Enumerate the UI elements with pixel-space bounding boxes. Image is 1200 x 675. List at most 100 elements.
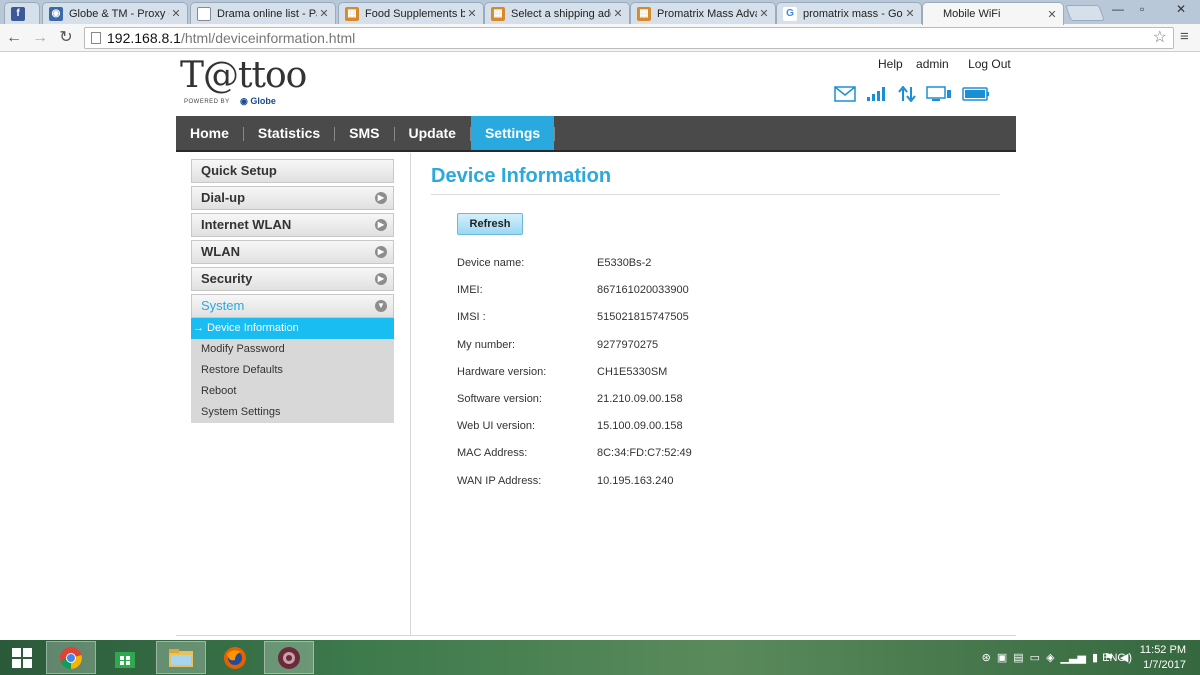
tab-title: Globe & TM - Proxy c xyxy=(69,7,169,20)
content-divider xyxy=(410,153,411,635)
admin-label: admin xyxy=(916,57,949,71)
tab-title: Drama online list - Pa xyxy=(217,7,317,20)
logo-text: T@ttoo xyxy=(180,55,307,96)
tab-title: Select a shipping add xyxy=(511,7,611,20)
shop-icon: ▦ xyxy=(345,6,359,21)
tray-battery-icon[interactable]: ▮ xyxy=(1092,651,1098,664)
reload-icon[interactable]: ↻ xyxy=(56,28,76,48)
submenu-modify-password[interactable]: Modify Password xyxy=(191,339,394,360)
chevron-right-icon: ▶ xyxy=(375,273,387,285)
page-icon xyxy=(91,32,101,44)
info-label: IMEI: xyxy=(457,284,483,297)
tray-device-icon[interactable]: ▣ xyxy=(997,651,1007,664)
back-icon[interactable]: ← xyxy=(4,28,24,48)
clock-time: 11:52 PM xyxy=(1139,644,1186,656)
taskbar-chrome[interactable] xyxy=(46,641,96,674)
tab-drama-online-list[interactable]: Drama online list - Pa ✕ xyxy=(190,2,336,24)
minimize-icon[interactable]: — xyxy=(1112,2,1124,16)
tab-facebook[interactable]: f xyxy=(4,2,40,24)
start-button[interactable] xyxy=(0,641,44,674)
sidebar-item-security[interactable]: Security ▶ xyxy=(191,267,394,291)
maximize-icon[interactable]: ▫ xyxy=(1140,2,1144,16)
tray-network-icon[interactable]: ⊛ xyxy=(982,651,991,664)
url-host: 192.168.8.1 xyxy=(107,30,181,46)
taskbar-clock[interactable]: 11:52 PM 1/7/2017 xyxy=(1140,643,1186,673)
nav-home[interactable]: Home xyxy=(176,116,243,150)
close-icon[interactable]: ✕ xyxy=(317,7,331,20)
app-icon xyxy=(278,646,300,669)
forward-icon[interactable]: → xyxy=(30,28,50,48)
sidebar-item-label: WLAN xyxy=(201,244,240,259)
submenu-device-information[interactable]: → Device Information xyxy=(191,318,394,339)
settings-sidebar: Quick Setup Dial-up ▶ Internet WLAN ▶ WL… xyxy=(191,159,394,423)
taskbar-store[interactable] xyxy=(100,641,150,674)
tab-food-supplements[interactable]: ▦ Food Supplements b ✕ xyxy=(338,2,484,24)
nav-sms[interactable]: SMS xyxy=(335,116,393,150)
page-title: Device Information xyxy=(431,165,1000,195)
taskbar-app[interactable] xyxy=(264,641,314,674)
submenu-system-settings[interactable]: System Settings xyxy=(191,402,394,423)
tab-google-search[interactable]: G promatrix mass - Goo ✕ xyxy=(776,2,922,24)
info-row-hardware-version: Hardware version: CH1E5330SM xyxy=(457,366,692,393)
info-label: Device name: xyxy=(457,257,525,269)
bookmark-star-icon[interactable]: ☆ xyxy=(1153,28,1167,48)
tray-printer-icon[interactable]: ▤ xyxy=(1013,651,1023,664)
logo-powered-by: POWERED BY xyxy=(184,99,230,105)
windows-icon xyxy=(12,647,32,668)
close-icon[interactable]: ✕ xyxy=(169,7,183,20)
nav-statistics[interactable]: Statistics xyxy=(244,116,334,150)
info-value: CH1E5330SM xyxy=(597,365,668,378)
message-icon[interactable] xyxy=(834,85,856,103)
tray-security-icon[interactable]: ◈ xyxy=(1046,651,1054,664)
sidebar-item-wlan[interactable]: WLAN ▶ xyxy=(191,240,394,264)
tab-title: Mobile WiFi xyxy=(943,8,1001,20)
clock-date: 1/7/2017 xyxy=(1143,659,1186,671)
windows-taskbar: ⊛ ▣ ▤ ▭ ◈ ▁▃▅ ▮ ⚑ ◀) ENG 11:52 PM 1/7/20… xyxy=(0,640,1200,675)
menu-icon[interactable]: ≡ xyxy=(1180,28,1194,45)
close-icon[interactable]: ✕ xyxy=(757,7,771,20)
info-row-device-name: Device name: E5330Bs-2 xyxy=(457,257,692,284)
info-value: 867161020033900 xyxy=(597,284,689,297)
info-value: 8C:34:FD:C7:52:49 xyxy=(597,447,692,460)
taskbar-firefox[interactable] xyxy=(210,641,260,674)
info-row-software-version: Software version: 21.210.09.00.158 xyxy=(457,393,692,420)
new-tab-button[interactable] xyxy=(1065,5,1105,21)
info-label: MAC Address: xyxy=(457,447,528,460)
info-row-imsi: IMSI : 515021815747505 xyxy=(457,311,692,338)
store-icon xyxy=(115,651,135,668)
info-value: 515021815747505 xyxy=(597,311,689,324)
address-bar[interactable]: 192.168.8.1/html/deviceinformation.html … xyxy=(84,27,1174,49)
nav-update[interactable]: Update xyxy=(395,116,470,150)
help-link[interactable]: Help xyxy=(878,57,903,71)
refresh-button[interactable]: Refresh xyxy=(457,213,523,235)
submenu-restore-defaults[interactable]: Restore Defaults xyxy=(191,360,394,381)
close-icon[interactable]: ✕ xyxy=(611,7,625,20)
nav-settings[interactable]: Settings xyxy=(470,116,555,150)
tab-mobile-wifi[interactable]: Mobile WiFi ✕ xyxy=(922,2,1064,25)
tab-promatrix-mass[interactable]: ▦ Promatrix Mass Adva ✕ xyxy=(630,2,776,24)
close-icon[interactable]: ✕ xyxy=(903,7,917,20)
chevron-right-icon: ▶ xyxy=(375,192,387,204)
info-row-wan-ip-address: WAN IP Address: 10.195.163.240 xyxy=(457,475,692,502)
window-close-icon[interactable]: ✕ xyxy=(1176,2,1186,16)
language-indicator[interactable]: ENG xyxy=(1102,652,1126,664)
tattoo-logo[interactable]: T@ttoo POWERED BY ◉ Globe xyxy=(180,55,307,113)
taskbar-file-explorer[interactable] xyxy=(156,641,206,674)
close-icon[interactable]: ✕ xyxy=(465,7,479,20)
sidebar-item-quick-setup[interactable]: Quick Setup xyxy=(191,159,394,183)
google-icon: G xyxy=(783,6,797,21)
shop-icon: ▦ xyxy=(491,6,505,21)
close-icon[interactable]: ✕ xyxy=(1045,8,1059,21)
sidebar-item-internet-wlan[interactable]: Internet WLAN ▶ xyxy=(191,213,394,237)
info-value: 15.100.09.00.158 xyxy=(597,420,683,433)
info-row-mac-address: MAC Address: 8C:34:FD:C7:52:49 xyxy=(457,447,692,474)
sidebar-item-dial-up[interactable]: Dial-up ▶ xyxy=(191,186,394,210)
submenu-reboot[interactable]: Reboot xyxy=(191,381,394,402)
sidebar-item-system[interactable]: System ▼ xyxy=(191,294,394,318)
tab-select-shipping[interactable]: ▦ Select a shipping add ✕ xyxy=(484,2,630,24)
logout-link[interactable]: Log Out xyxy=(968,57,1011,71)
tray-monitor-icon[interactable]: ▭ xyxy=(1030,651,1040,664)
browser-tab-strip: f ◉ Globe & TM - Proxy c ✕ Drama online … xyxy=(0,0,1200,25)
tray-signal-icon[interactable]: ▁▃▅ xyxy=(1061,651,1086,664)
tab-globe-tm-proxy[interactable]: ◉ Globe & TM - Proxy c ✕ xyxy=(42,2,188,24)
